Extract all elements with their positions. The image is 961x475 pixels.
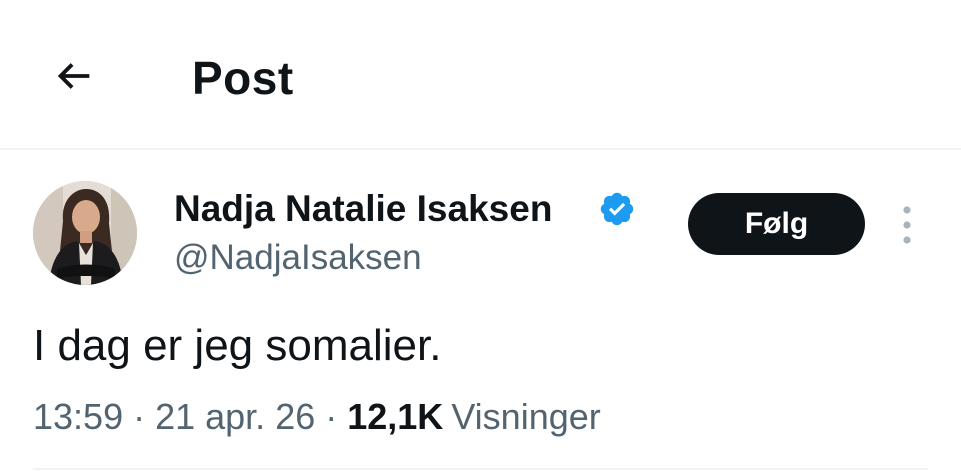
follow-button[interactable]: Følg: [688, 193, 865, 255]
post-date[interactable]: 21 apr. 26: [155, 395, 315, 439]
divider: [33, 468, 928, 470]
arrow-left-icon: [57, 63, 90, 89]
post-time[interactable]: 13:59: [33, 395, 123, 439]
page-title: Post: [192, 52, 294, 104]
profile-photo: [33, 181, 137, 285]
verified-badge-icon: [600, 192, 634, 226]
back-button[interactable]: [44, 48, 104, 104]
separator: ·: [133, 396, 146, 437]
avatar[interactable]: [33, 181, 137, 285]
post-metadata: 13:59 · 21 apr. 26 · 12,1K Visninger: [33, 395, 601, 439]
separator: ·: [325, 396, 338, 437]
post-page: Post Nadja Natalie Isaksen @NadjaIsaksen…: [0, 0, 961, 475]
post-text: I dag er jeg somalier.: [33, 321, 442, 370]
top-bar: Post: [0, 0, 961, 150]
author-name[interactable]: Nadja Natalie Isaksen: [174, 186, 552, 232]
more-options-button[interactable]: [890, 200, 924, 250]
views-count: 12,1K: [347, 396, 444, 437]
author-handle[interactable]: @NadjaIsaksen: [174, 236, 422, 280]
more-vertical-icon: [903, 206, 911, 244]
views-label: Visninger: [451, 396, 601, 437]
